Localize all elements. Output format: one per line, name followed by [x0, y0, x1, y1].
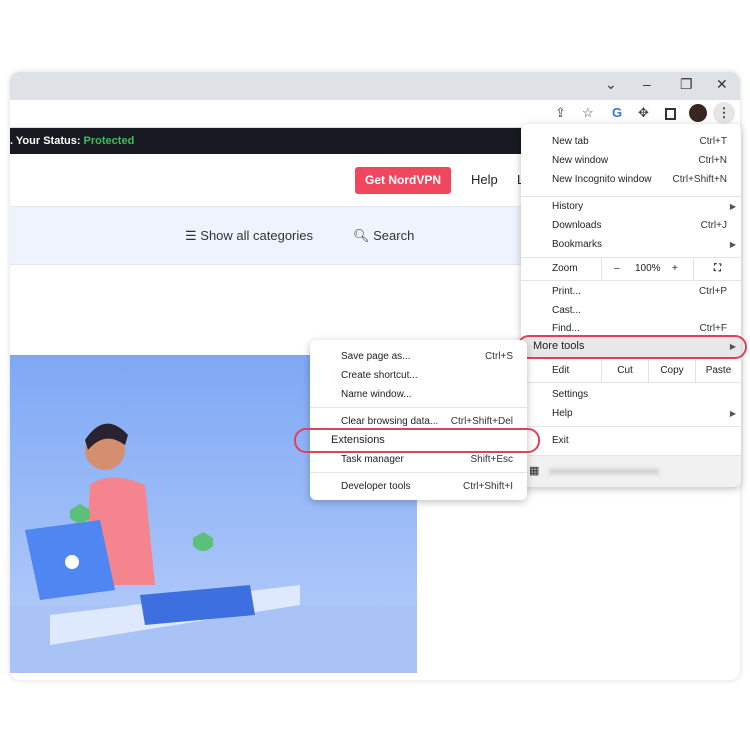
menu-item-shortcut: Ctrl+N: [698, 155, 727, 166]
menu-divider: [521, 426, 741, 427]
menu-item-label: Downloads: [552, 220, 602, 231]
zoom-in-button[interactable]: +: [672, 258, 678, 280]
edit-label: Edit: [552, 365, 570, 376]
more-tools-submenu: Save page as... Ctrl+S Create shortcut...…: [310, 340, 527, 500]
copy-button[interactable]: Copy: [648, 360, 695, 382]
menu-item-label: Save page as...: [341, 351, 411, 362]
menu-item-new-tab[interactable]: New tab Ctrl+T: [521, 132, 741, 151]
menu-item-label: New tab: [552, 136, 589, 147]
managed-by-footer: ▦: [521, 456, 741, 487]
chrome-main-menu: New tab Ctrl+T New window Ctrl+N New Incog…: [521, 124, 741, 487]
menu-item-help[interactable]: Help ▶: [521, 404, 741, 423]
submenu-name-window[interactable]: Name window...: [310, 385, 527, 404]
menu-item-shortcut: Ctrl+T: [699, 136, 728, 147]
status-label: . Your Status:: [10, 135, 84, 147]
menu-divider: [521, 280, 741, 281]
menu-item-new-incognito[interactable]: New Incognito window Ctrl+Shift+N: [521, 170, 741, 189]
menu-item-label: Cast...: [552, 305, 581, 316]
categories-label: Show all categories: [200, 228, 314, 243]
menu-item-exit[interactable]: Exit: [521, 431, 741, 450]
menu-item-settings[interactable]: Settings: [521, 385, 741, 404]
menu-item-shortcut: Ctrl+Shift+N: [672, 174, 727, 185]
menu-item-downloads[interactable]: Downloads Ctrl+J: [521, 216, 741, 235]
menu-item-label: New Incognito window: [552, 174, 652, 185]
menu-item-label: Settings: [552, 389, 589, 400]
menu-item-shortcut: Ctrl+Shift+I: [462, 481, 513, 492]
extensions-puzzle-icon[interactable]: ✥: [638, 105, 649, 121]
more-menu-icon[interactable]: ⋮: [713, 102, 735, 124]
menu-divider: [521, 382, 741, 383]
menu-item-label: Help: [552, 408, 573, 419]
search-button[interactable]: 🔍︎ Search: [353, 228, 414, 244]
show-categories-button[interactable]: ☰ Show all categories: [185, 228, 313, 244]
restore-button[interactable]: ❐: [680, 76, 693, 93]
more-tools-highlight: [517, 335, 747, 359]
help-link[interactable]: Help: [471, 172, 498, 187]
minimize-button[interactable]: –: [643, 76, 651, 92]
edit-row: Edit Cut Copy Paste: [521, 360, 741, 382]
chevron-right-icon: ▶: [729, 409, 736, 418]
menu-item-print[interactable]: Print... Ctrl+P: [521, 282, 741, 301]
menu-item-label: New window: [552, 155, 609, 166]
menu-divider: [310, 407, 527, 408]
submenu-save-page[interactable]: Save page as... Ctrl+S: [310, 347, 527, 366]
submenu-developer-tools[interactable]: Developer tools Ctrl+Shift+I: [310, 477, 527, 496]
menu-item-label: Exit: [552, 435, 569, 446]
chevron-right-icon: ▶: [729, 240, 736, 249]
menu-item-shortcut: Ctrl+S: [484, 351, 513, 362]
menu-divider: [310, 472, 527, 473]
close-button[interactable]: ✕: [716, 76, 728, 93]
menu-item-shortcut: Ctrl+J: [700, 220, 727, 231]
tab-search-button[interactable]: ⌄: [605, 76, 617, 93]
menu-item-label: Print...: [552, 286, 581, 297]
zoom-row: Zoom – 100% + ⛶: [521, 258, 741, 280]
menu-item-label: Developer tools: [341, 481, 411, 492]
menu-item-bookmarks[interactable]: Bookmarks ▶: [521, 235, 741, 254]
fullscreen-icon[interactable]: ⛶: [693, 258, 741, 280]
menu-item-label: History: [552, 201, 584, 212]
building-icon: ▦: [529, 465, 540, 477]
extensions-highlight: [294, 428, 540, 453]
menu-item-shortcut: Ctrl+P: [698, 286, 727, 297]
translate-extension-icon[interactable]: G: [612, 105, 622, 120]
zoom-out-button[interactable]: –: [614, 258, 620, 280]
share-icon[interactable]: ⇪: [555, 105, 566, 121]
menu-item-label: Name window...: [341, 389, 412, 400]
get-nordvpn-button[interactable]: Get NordVPN: [355, 167, 451, 194]
search-label: Search: [373, 228, 415, 243]
title-bar: ⌄ – ❐ ✕: [10, 72, 740, 100]
menu-item-label: Bookmarks: [552, 239, 603, 250]
zoom-value: 100%: [635, 263, 661, 274]
menu-item-history[interactable]: History ▶: [521, 197, 741, 216]
submenu-create-shortcut[interactable]: Create shortcut...: [310, 366, 527, 385]
search-icon: 🔍︎: [353, 228, 374, 243]
menu-item-new-window[interactable]: New window Ctrl+N: [521, 151, 741, 170]
managed-by-text-blurred: [549, 469, 659, 474]
menu-icon: ☰: [185, 228, 201, 243]
status-value: Protected: [83, 135, 135, 147]
paste-button[interactable]: Paste: [695, 360, 741, 382]
star-icon[interactable]: ☆: [582, 105, 594, 121]
cut-button[interactable]: Cut: [601, 360, 648, 382]
menu-item-label: Create shortcut...: [341, 370, 418, 381]
side-panel-icon[interactable]: [665, 108, 676, 120]
zoom-controls: – 100% +: [601, 258, 693, 280]
chevron-right-icon: ▶: [729, 202, 736, 211]
menu-item-cast[interactable]: Cast...: [521, 301, 741, 320]
profile-avatar[interactable]: [689, 104, 707, 122]
zoom-label: Zoom: [552, 263, 578, 274]
